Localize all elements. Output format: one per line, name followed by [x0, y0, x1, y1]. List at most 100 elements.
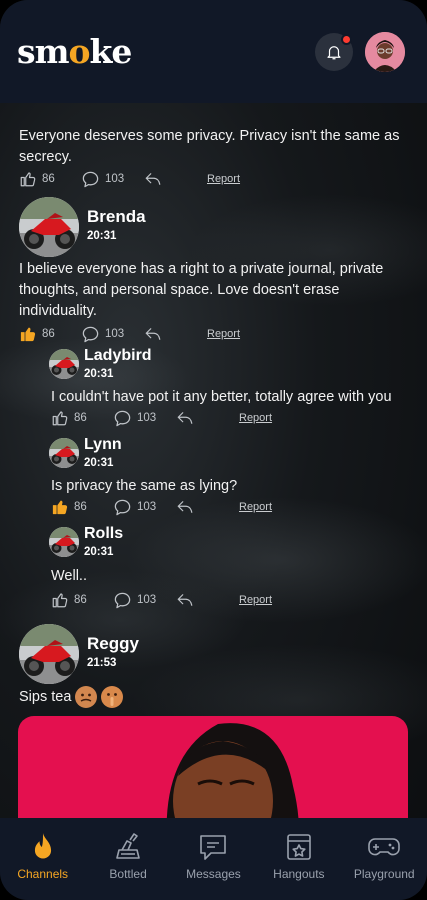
username[interactable]: Brenda [87, 207, 146, 227]
reply-button[interactable] [175, 409, 239, 427]
flame-icon [34, 833, 51, 859]
logo-text-o: o [68, 32, 91, 71]
motorcycle-avatar-image [49, 349, 79, 379]
post-time: 20:31 [84, 457, 114, 469]
like-count: 86 [74, 412, 87, 424]
logo-text-pre: sm [17, 32, 69, 71]
post-actions: 86 103 Report [19, 168, 240, 190]
user-avatar[interactable] [49, 526, 79, 557]
notifications-button[interactable] [315, 32, 353, 71]
username[interactable]: Ladybird [84, 347, 152, 365]
profile-avatar[interactable] [365, 31, 405, 72]
reply-text: I couldn't have pot it any better, total… [51, 389, 392, 405]
like-count: 86 [42, 173, 55, 185]
like-count: 86 [74, 501, 87, 513]
comment-button[interactable]: 103 [81, 325, 143, 344]
nav-label: Bottled [109, 867, 147, 881]
comment-button[interactable]: 103 [113, 591, 175, 610]
reply-text: Is privacy the same as lying? [51, 478, 238, 494]
post-time: 20:31 [87, 229, 117, 242]
nav-label: Hangouts [273, 867, 325, 881]
comment-count: 103 [137, 501, 157, 513]
username[interactable]: Lynn [84, 436, 122, 454]
like-button[interactable]: 86 [51, 591, 113, 609]
like-button[interactable]: 86 [51, 409, 113, 427]
post-author: Brenda 20:31 [19, 197, 146, 257]
post-image[interactable] [18, 716, 408, 818]
nav-label: Messages [186, 867, 241, 881]
reply-author: Ladybird 20:31 [49, 347, 152, 380]
motorcycle-avatar-image [19, 197, 79, 257]
reply-button[interactable] [143, 170, 207, 188]
bottom-nav: Channels Bottled Messages Hangouts Playg… [0, 818, 427, 900]
post-text: Everyone deserves some privacy. Privacy … [19, 128, 400, 165]
nav-bottled[interactable]: Bottled [88, 832, 168, 881]
comment-icon [81, 325, 100, 344]
report-link[interactable]: Report [207, 173, 240, 185]
report-link[interactable]: Report [239, 594, 272, 606]
nav-messages[interactable]: Messages [173, 832, 253, 881]
comment-icon [113, 591, 132, 610]
comment-button[interactable]: 103 [113, 409, 175, 428]
username[interactable]: Reggy [87, 634, 139, 654]
comment-icon [81, 170, 100, 189]
motorcycle-avatar-image [19, 624, 79, 684]
message-icon [200, 835, 227, 860]
app-logo[interactable]: smoke [17, 32, 133, 71]
user-avatar[interactable] [49, 437, 79, 468]
channel-feed[interactable]: Everyone deserves some privacy. Privacy … [0, 103, 427, 818]
user-avatar[interactable] [19, 197, 79, 257]
like-button[interactable]: 86 [19, 170, 81, 188]
reply-actions: 86 103 Report [51, 407, 272, 429]
comment-count: 103 [137, 594, 157, 606]
nauseated-face-emoji [75, 686, 98, 708]
nav-hangouts[interactable]: Hangouts [259, 832, 339, 881]
report-link[interactable]: Report [207, 328, 240, 340]
comment-icon [113, 409, 132, 428]
post-actions: 86 103 Report [19, 323, 240, 345]
comment-count: 103 [137, 412, 157, 424]
logo-text-post: ke [89, 32, 133, 71]
username[interactable]: Rolls [84, 525, 123, 543]
app-header: smoke [0, 0, 427, 103]
like-button[interactable]: 86 [51, 498, 113, 516]
bottle-icon [116, 833, 140, 859]
post-author: Reggy 21:53 [19, 624, 139, 684]
app-screen: smoke Everyone deserves some privacy. Pr… [0, 0, 427, 900]
reply-button[interactable] [175, 498, 239, 516]
report-link[interactable]: Report [239, 501, 272, 513]
motorcycle-avatar-image [49, 527, 79, 557]
comment-button[interactable]: 103 [81, 170, 143, 189]
reply-actions: 86 103 Report [51, 496, 272, 518]
like-button[interactable]: 86 [19, 325, 81, 343]
thumbs-up-icon [51, 409, 69, 427]
reply-button[interactable] [175, 591, 239, 609]
user-avatar[interactable] [19, 624, 79, 684]
user-avatar[interactable] [49, 348, 79, 379]
reply-icon [143, 325, 163, 343]
header-actions [315, 31, 405, 72]
woman-drinking-tea-image [166, 723, 299, 818]
like-count: 86 [42, 328, 55, 340]
report-link[interactable]: Report [239, 412, 272, 424]
post-text-row: Sips tea [19, 686, 124, 708]
nav-label: Playground [353, 867, 415, 881]
shushing-face-emoji [101, 686, 124, 708]
post-text: Sips tea [19, 688, 72, 705]
reply-text: Well.. [51, 568, 87, 584]
bell-icon [327, 45, 341, 59]
comment-icon [113, 498, 132, 517]
comment-button[interactable]: 103 [113, 498, 175, 517]
reply-icon [175, 591, 195, 609]
reply-author: Rolls 20:31 [49, 525, 123, 558]
reply-button[interactable] [143, 325, 207, 343]
like-count: 86 [74, 594, 87, 606]
post-time: 20:31 [84, 368, 114, 380]
thumbs-up-icon [19, 170, 37, 188]
post-time: 20:31 [84, 546, 114, 558]
nav-playground[interactable]: Playground [344, 832, 424, 881]
avatar-image [365, 31, 405, 72]
thumbs-up-filled-icon [19, 325, 37, 343]
nav-channels[interactable]: Channels [3, 832, 83, 881]
reply-actions: 86 103 Report [51, 589, 272, 611]
